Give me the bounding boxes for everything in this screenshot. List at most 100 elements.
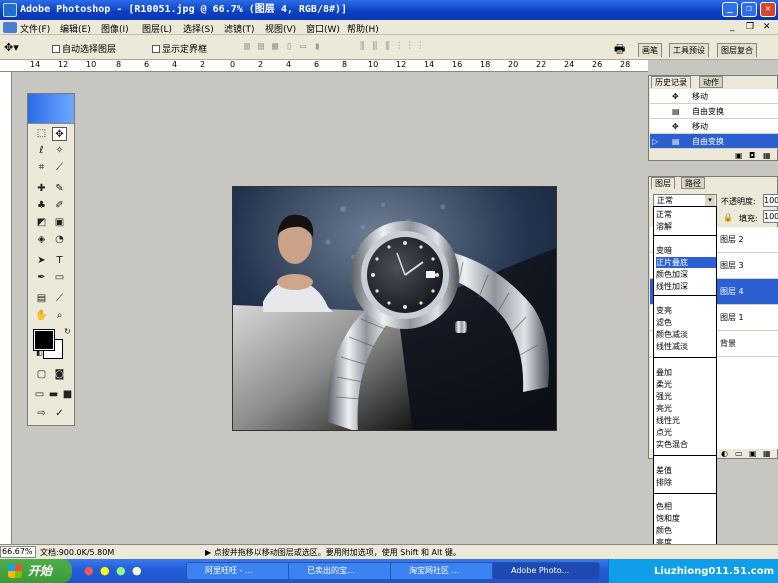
jump-to-imageready-icon[interactable]: ⇨ bbox=[34, 407, 49, 421]
screen-mode-standard-icon[interactable]: ▭ bbox=[32, 388, 47, 402]
distribute-buttons[interactable]: ⫼ ⫼ ⫼ ⫶ ⫶ ⫶ bbox=[360, 41, 422, 52]
default-colors-icon[interactable]: ◧ bbox=[32, 346, 47, 360]
tab-history[interactable]: 历史记录 bbox=[651, 76, 691, 88]
taskbar-button[interactable]: 阿里旺旺 - ... bbox=[186, 562, 294, 580]
dodge-tool-icon[interactable]: ◔ bbox=[52, 233, 67, 247]
clone-stamp-icon[interactable]: ♣ bbox=[34, 199, 49, 213]
blend-option[interactable]: 实色混合 bbox=[656, 439, 716, 450]
hand-tool-icon[interactable]: ✋ bbox=[34, 309, 49, 323]
close-button[interactable]: ✕ bbox=[760, 2, 776, 17]
eraser-tool-icon[interactable]: ◩ bbox=[34, 216, 49, 230]
blend-option[interactable]: 色相 bbox=[656, 501, 716, 512]
quicklaunch-icon[interactable]: ● bbox=[132, 564, 142, 577]
standard-mode-icon[interactable]: ▢ bbox=[34, 368, 49, 382]
zoom-field[interactable]: 66.67% bbox=[0, 546, 36, 558]
marquee-tool-icon[interactable]: ⬚ bbox=[34, 127, 49, 141]
move-tool-preset-icon[interactable]: ✥▾ bbox=[4, 41, 19, 54]
quick-mask-icon[interactable]: ◙ bbox=[52, 368, 67, 382]
blend-option[interactable]: 正常 bbox=[656, 209, 716, 220]
menu-view[interactable]: 视图(V) bbox=[265, 22, 296, 35]
lasso-tool-icon[interactable]: ℓ bbox=[34, 144, 49, 158]
blend-option[interactable]: 变暗 bbox=[656, 245, 716, 256]
tab-tool-presets[interactable]: 工具预设 bbox=[669, 43, 709, 57]
history-item[interactable]: ✥ 移动 bbox=[650, 119, 778, 134]
menu-filter[interactable]: 滤镜(T) bbox=[224, 22, 255, 35]
blend-option[interactable]: 线性减淡 bbox=[656, 341, 716, 352]
palette-well-icon[interactable]: 🖶 bbox=[614, 40, 625, 61]
taskbar-button[interactable]: 淘宝网社区 ... bbox=[390, 562, 498, 580]
start-button[interactable]: 开始 bbox=[0, 559, 72, 583]
notes-tool-icon[interactable]: ▤ bbox=[34, 292, 49, 306]
doc-close-button[interactable]: ✕ bbox=[763, 22, 771, 32]
blend-option[interactable]: 柔光 bbox=[656, 379, 716, 390]
move-tool-icon[interactable]: ✥ bbox=[52, 127, 67, 141]
brush-tool-icon[interactable]: ✎ bbox=[52, 182, 67, 196]
new-document-icon[interactable]: ▣ bbox=[735, 151, 743, 160]
screen-mode-full-icon[interactable]: ■ bbox=[60, 388, 75, 402]
new-snapshot-icon[interactable]: ◘ bbox=[749, 151, 755, 160]
menu-select[interactable]: 选择(S) bbox=[183, 22, 214, 35]
align-buttons[interactable]: ▥ ▤ ▦ ▯ ▭ ▮ bbox=[244, 41, 321, 52]
path-select-icon[interactable]: ➤ bbox=[34, 254, 49, 268]
taskbar-button[interactable]: Adobe Photo... bbox=[492, 562, 600, 580]
slice-tool-icon[interactable]: ⟋ bbox=[52, 161, 67, 175]
tab-layers[interactable]: 图层 bbox=[651, 177, 675, 189]
new-group-icon[interactable]: ▭ bbox=[735, 449, 743, 458]
quicklaunch-icon[interactable]: ● bbox=[116, 564, 126, 577]
healing-brush-icon[interactable]: ✚ bbox=[34, 182, 49, 196]
blend-option[interactable]: 差值 bbox=[656, 465, 716, 476]
tab-layer-comps[interactable]: 图层复合 bbox=[717, 43, 757, 57]
opacity-input[interactable]: 100 bbox=[763, 194, 778, 207]
gradient-tool-icon[interactable]: ▣ bbox=[52, 216, 67, 230]
history-item[interactable]: ▷ ▤ 自由变换 bbox=[650, 134, 778, 149]
show-bounds-checkbox[interactable]: 显示定界框 bbox=[152, 42, 207, 55]
new-layer-icon[interactable]: ▣ bbox=[749, 449, 757, 458]
menu-file[interactable]: 文件(F) bbox=[20, 22, 50, 35]
menu-edit[interactable]: 编辑(E) bbox=[60, 22, 91, 35]
minimize-button[interactable]: _ bbox=[722, 2, 738, 17]
history-item[interactable]: ✥ 移动 bbox=[650, 89, 778, 104]
edit-icon[interactable]: ✓ bbox=[52, 407, 67, 421]
image-canvas[interactable] bbox=[232, 186, 557, 431]
swap-colors-icon[interactable]: ↻ bbox=[60, 325, 75, 339]
blend-option[interactable]: 正片叠底 bbox=[656, 257, 716, 268]
restore-button[interactable]: ❐ bbox=[741, 2, 757, 17]
taskbar-button[interactable]: 已卖出的宝... bbox=[288, 562, 396, 580]
auto-select-checkbox[interactable]: 自动选择图层 bbox=[52, 42, 116, 55]
shape-tool-icon[interactable]: ▭ bbox=[52, 271, 67, 285]
crop-tool-icon[interactable]: ⌗ bbox=[34, 161, 49, 175]
fill-input[interactable]: 100 bbox=[763, 210, 778, 223]
quicklaunch-icon[interactable]: ● bbox=[100, 564, 110, 577]
pen-tool-icon[interactable]: ✒ bbox=[34, 271, 49, 285]
blend-option[interactable]: 颜色加深 bbox=[656, 269, 716, 280]
menu-image[interactable]: 图像(I) bbox=[101, 22, 129, 35]
tab-paths[interactable]: 路径 bbox=[681, 177, 705, 189]
history-item[interactable]: ▤ 自由变换 bbox=[650, 104, 778, 119]
history-brush-icon[interactable]: ✐ bbox=[52, 199, 67, 213]
blend-option[interactable]: 点光 bbox=[656, 427, 716, 438]
menu-layer[interactable]: 图层(L) bbox=[142, 22, 172, 35]
menu-window[interactable]: 窗口(W) bbox=[306, 22, 340, 35]
blend-option[interactable]: 溶解 bbox=[656, 221, 716, 232]
eyedropper-icon[interactable]: ⟋ bbox=[52, 292, 67, 306]
blend-option[interactable]: 变亮 bbox=[656, 305, 716, 316]
delete-layer-icon[interactable]: ▦ bbox=[763, 449, 771, 458]
doc-restore-button[interactable]: ❐ bbox=[746, 22, 754, 32]
blend-option[interactable]: 叠加 bbox=[656, 367, 716, 378]
blend-option[interactable]: 排除 bbox=[656, 477, 716, 488]
tab-actions[interactable]: 动作 bbox=[699, 76, 723, 88]
magic-wand-icon[interactable]: ✧ bbox=[52, 144, 67, 158]
blend-option[interactable]: 滤色 bbox=[656, 317, 716, 328]
blur-tool-icon[interactable]: ◈ bbox=[34, 233, 49, 247]
lock-icon[interactable]: 🔒 bbox=[723, 213, 733, 222]
delete-history-icon[interactable]: ▦ bbox=[763, 151, 771, 160]
screen-mode-full-menu-icon[interactable]: ▬ bbox=[46, 388, 61, 402]
document-icon[interactable] bbox=[3, 22, 17, 33]
menu-help[interactable]: 帮助(H) bbox=[347, 22, 379, 35]
blend-option[interactable]: 亮光 bbox=[656, 403, 716, 414]
zoom-tool-icon[interactable]: ⌕ bbox=[52, 309, 67, 323]
quicklaunch-icon[interactable]: ● bbox=[84, 564, 94, 577]
doc-minimize-button[interactable]: _ bbox=[730, 22, 735, 32]
type-tool-icon[interactable]: T bbox=[52, 254, 67, 268]
blend-option[interactable]: 强光 bbox=[656, 391, 716, 402]
